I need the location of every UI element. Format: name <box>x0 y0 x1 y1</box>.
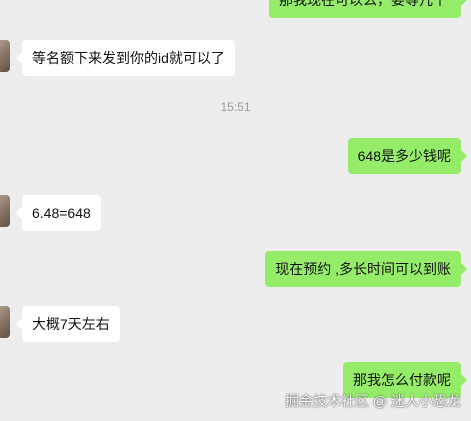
outgoing-message-bubble[interactable]: 那我现在可以么，要等几个 <box>269 0 467 18</box>
message-text: 现在预约 ,多长时间可以到账 <box>275 261 451 277</box>
scrollbar[interactable] <box>467 0 471 421</box>
message-text: 那我怎么付款呢 <box>353 372 451 388</box>
incoming-message-bubble[interactable]: 大概7天左右 <box>16 306 120 342</box>
outgoing-message-bubble[interactable]: 现在预约 ,多长时间可以到账 <box>265 251 467 287</box>
watermark: 掘金技术社区 @ 迷人小恐龙 <box>285 393 461 409</box>
message-text: 等名额下来发到你的id就可以了 <box>32 50 225 66</box>
message-timestamp: 15:51 <box>220 100 251 114</box>
contact-avatar[interactable] <box>0 306 10 338</box>
message-text: 那我现在可以么，要等几个 <box>279 0 447 8</box>
incoming-message-bubble[interactable]: 6.48=648 <box>16 195 101 231</box>
incoming-message-bubble[interactable]: 等名额下来发到你的id就可以了 <box>16 40 235 76</box>
outgoing-message-bubble[interactable]: 648是多少钱呢 <box>347 138 468 174</box>
message-text: 大概7天左右 <box>32 316 110 332</box>
contact-avatar[interactable] <box>0 40 10 72</box>
message-text: 648是多少钱呢 <box>357 148 451 164</box>
contact-avatar[interactable] <box>0 195 10 227</box>
chat-message-area[interactable]: 那我现在可以么，要等几个 等名额下来发到你的id就可以了 15:51 648是多… <box>0 0 471 421</box>
message-text: 6.48=648 <box>32 205 91 221</box>
